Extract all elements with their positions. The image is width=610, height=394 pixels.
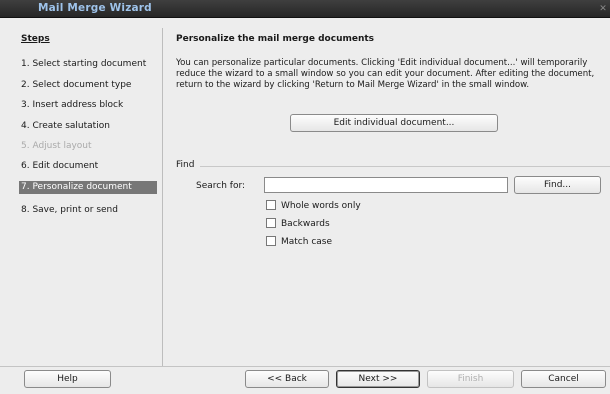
edit-individual-document-button[interactable]: Edit individual document... xyxy=(290,114,498,132)
whole-words-label: Whole words only xyxy=(281,201,361,211)
back-button[interactable]: << Back xyxy=(245,370,329,388)
backwards-checkbox[interactable]: Backwards xyxy=(266,218,330,231)
find-section-divider xyxy=(200,166,610,167)
page-title: Personalize the mail merge documents xyxy=(176,34,375,44)
step-personalize-document[interactable]: 7. Personalize document xyxy=(19,181,157,194)
footer-divider xyxy=(0,366,610,367)
steps-panel: Steps 1. Select starting document 2. Sel… xyxy=(15,28,161,366)
help-button[interactable]: Help xyxy=(24,370,111,388)
match-case-checkbox[interactable]: Match case xyxy=(266,236,332,249)
find-button[interactable]: Find... xyxy=(514,176,601,194)
next-button[interactable]: Next >> xyxy=(336,370,420,388)
backwards-label: Backwards xyxy=(281,219,330,229)
step-insert-address-block[interactable]: 3. Insert address block xyxy=(21,99,161,112)
search-label: Search for: xyxy=(196,181,246,191)
checkbox-icon[interactable] xyxy=(266,218,276,228)
page-description: You can personalize particular documents… xyxy=(176,58,595,90)
close-icon[interactable]: ✕ xyxy=(598,3,608,15)
checkbox-icon[interactable] xyxy=(266,236,276,246)
step-select-document-type[interactable]: 2. Select document type xyxy=(21,79,161,92)
step-adjust-layout: 5. Adjust layout xyxy=(21,141,92,151)
step-create-salutation[interactable]: 4. Create salutation xyxy=(21,120,161,133)
whole-words-checkbox[interactable]: Whole words only xyxy=(266,200,361,213)
checkbox-icon[interactable] xyxy=(266,200,276,210)
step-select-starting-document[interactable]: 1. Select starting document xyxy=(21,58,161,71)
step-save-print-send[interactable]: 8. Save, print or send xyxy=(21,204,161,217)
match-case-label: Match case xyxy=(281,237,333,247)
step-edit-document[interactable]: 6. Edit document xyxy=(21,160,161,173)
finish-button: Finish xyxy=(427,370,514,388)
window-title: Mail Merge Wizard xyxy=(38,2,152,14)
steps-title: Steps xyxy=(21,34,50,44)
cancel-button[interactable]: Cancel xyxy=(521,370,606,388)
find-section-label: Find xyxy=(176,160,195,170)
title-bar[interactable]: Mail Merge Wizard ✕ xyxy=(0,0,610,18)
search-input[interactable] xyxy=(264,177,508,193)
panel-divider xyxy=(162,28,163,366)
